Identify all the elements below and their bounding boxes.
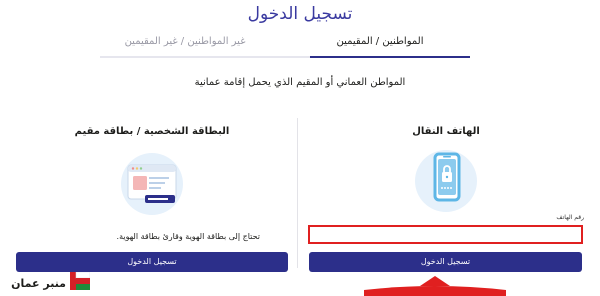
smartphone-lock-icon xyxy=(415,150,477,212)
watermark-text: منبر عمان xyxy=(11,276,66,290)
section-subtitle: المواطن العماني أو المقيم الذي يحمل إقام… xyxy=(194,77,406,88)
tab-noncitizens-nonresidents[interactable]: غير المواطنين / غير المقيمين xyxy=(100,36,270,47)
phone-field-label: رقم الهاتف xyxy=(556,214,584,221)
tab-citizens-residents[interactable]: المواطنين / المقيمين xyxy=(290,36,470,47)
card-requirement-note: تحتاج إلى بطاقة الهوية وقارئ بطاقة الهوي… xyxy=(116,232,260,241)
oman-flag-logo-icon xyxy=(70,271,91,294)
login-tabs: المواطنين / المقيمين غير المواطنين / غير… xyxy=(100,36,470,56)
phone-section-title: الهاتف النقال xyxy=(412,126,480,137)
page-title: تسجيل الدخول xyxy=(247,4,353,24)
site-watermark: منبر عمان xyxy=(4,271,91,294)
tabs-active-indicator xyxy=(310,56,470,58)
card-login-button[interactable]: تسجيل الدخول xyxy=(16,252,288,272)
card-section-title: البطاقة الشخصية / بطاقة مقيم xyxy=(74,126,230,137)
id-card-reader-icon xyxy=(121,153,183,215)
phone-number-input[interactable] xyxy=(308,225,583,244)
phone-login-button[interactable]: تسجيل الدخول xyxy=(309,252,582,272)
red-arrow-icon xyxy=(360,272,510,296)
column-divider xyxy=(297,118,298,268)
